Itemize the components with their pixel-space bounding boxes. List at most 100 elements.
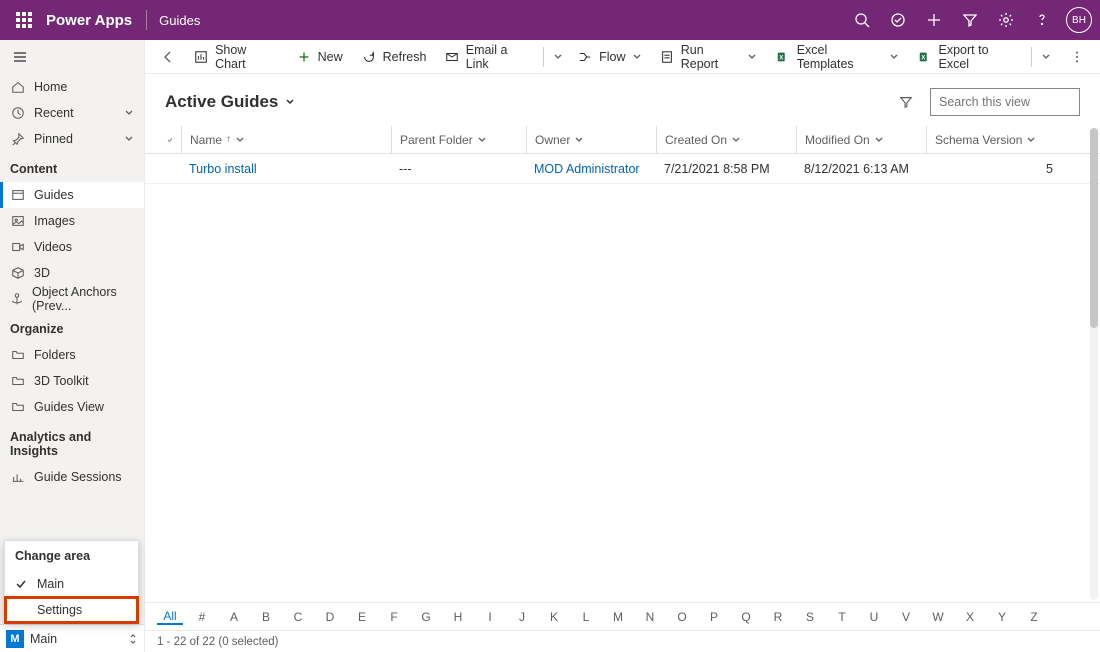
cmd-label: Email a Link [466, 43, 531, 71]
cmd-email-link-chevron[interactable] [548, 41, 567, 73]
area-switcher-popup: Change area Main Settings [4, 540, 139, 624]
area-option-main[interactable]: Main [5, 571, 138, 597]
area-popup-title: Change area [5, 541, 138, 571]
task-icon[interactable] [882, 4, 914, 36]
alpha-filter-h[interactable]: H [445, 610, 471, 624]
area-option-label: Settings [37, 603, 82, 617]
nav-images[interactable]: Images [0, 208, 144, 234]
cmd-refresh[interactable]: Refresh [353, 41, 435, 73]
area-option-settings[interactable]: Settings [5, 597, 138, 623]
alpha-filter-a[interactable]: A [221, 610, 247, 624]
cmd-excel-templates[interactable]: X Excel Templates [767, 41, 907, 73]
grid-filter-button[interactable] [890, 86, 922, 118]
alpha-filter-c[interactable]: C [285, 610, 311, 624]
cmd-email-link[interactable]: Email a Link [436, 41, 539, 73]
help-icon[interactable] [1026, 4, 1058, 36]
column-header-schema[interactable]: Schema Version [926, 126, 1061, 153]
nav-label: Object Anchors (Prev... [32, 285, 134, 313]
column-header-created[interactable]: Created On [656, 126, 796, 153]
alpha-filter-#[interactable]: # [189, 610, 215, 624]
nav-guides-view[interactable]: Guides View [0, 394, 144, 420]
column-header-name[interactable]: Name ↑ [181, 126, 391, 153]
alpha-filter-l[interactable]: L [573, 610, 599, 624]
column-label: Modified On [805, 133, 870, 147]
area-switcher-button[interactable]: M Main [0, 624, 144, 652]
cmd-show-chart[interactable]: Show Chart [186, 41, 286, 73]
cmd-separator [1031, 47, 1032, 67]
excel-export-icon: X [917, 49, 932, 65]
cmd-label: Flow [599, 50, 625, 64]
chevron-down-icon [874, 135, 884, 145]
nav-toggle-hamburger[interactable] [0, 40, 144, 74]
refresh-icon [361, 49, 377, 65]
alpha-filter-b[interactable]: B [253, 610, 279, 624]
nav-folders[interactable]: Folders [0, 342, 144, 368]
app-launcher-waffle[interactable] [8, 4, 40, 36]
chevron-down-icon [747, 52, 757, 62]
alpha-filter-all[interactable]: All [157, 609, 183, 625]
alpha-filter-f[interactable]: F [381, 610, 407, 624]
cmd-overflow-button[interactable] [1061, 41, 1092, 73]
nav-3d[interactable]: 3D [0, 260, 144, 286]
filter-icon[interactable] [954, 4, 986, 36]
column-label: Created On [665, 133, 727, 147]
nav-recent[interactable]: Recent [0, 100, 144, 126]
nav-videos[interactable]: Videos [0, 234, 144, 260]
alpha-filter-m[interactable]: M [605, 610, 631, 624]
alpha-filter-u[interactable]: U [861, 610, 887, 624]
alpha-filter-w[interactable]: W [925, 610, 951, 624]
user-avatar[interactable]: BH [1066, 7, 1092, 33]
alpha-filter-z[interactable]: Z [1021, 610, 1047, 624]
alpha-filter-x[interactable]: X [957, 610, 983, 624]
alpha-filter-j[interactable]: J [509, 610, 535, 624]
alpha-filter-d[interactable]: D [317, 610, 343, 624]
view-selector[interactable]: Active Guides [165, 92, 296, 112]
vertical-scrollbar-thumb[interactable] [1090, 128, 1098, 328]
cmd-export-excel-chevron[interactable] [1036, 41, 1055, 73]
nav-guide-sessions[interactable]: Guide Sessions [0, 464, 144, 490]
settings-gear-icon[interactable] [990, 4, 1022, 36]
alpha-filter-o[interactable]: O [669, 610, 695, 624]
environment-name: Guides [159, 13, 200, 28]
cmd-new[interactable]: New [288, 41, 351, 73]
alpha-filter-r[interactable]: R [765, 610, 791, 624]
cmd-run-report[interactable]: Run Report [652, 41, 766, 73]
cmd-label: Export to Excel [939, 43, 1020, 71]
nav-label: Guides View [34, 400, 104, 414]
column-header-parent[interactable]: Parent Folder [391, 126, 526, 153]
nav-pinned[interactable]: Pinned [0, 126, 144, 152]
alpha-filter-g[interactable]: G [413, 610, 439, 624]
alpha-filter-s[interactable]: S [797, 610, 823, 624]
nav-group-organize: Organize [0, 312, 144, 342]
search-icon[interactable] [846, 4, 878, 36]
cmd-label: Run Report [681, 43, 742, 71]
alpha-filter-v[interactable]: V [893, 610, 919, 624]
alpha-filter-k[interactable]: K [541, 610, 567, 624]
row-owner-link[interactable]: MOD Administrator [534, 162, 640, 176]
cmd-label: Refresh [383, 50, 427, 64]
select-all-checkbox[interactable] [159, 134, 181, 146]
alpha-filter-p[interactable]: P [701, 610, 727, 624]
alpha-filter-t[interactable]: T [829, 610, 855, 624]
chevron-down-icon [284, 96, 296, 108]
column-header-owner[interactable]: Owner [526, 126, 656, 153]
alpha-filter-i[interactable]: I [477, 610, 503, 624]
column-header-modified[interactable]: Modified On [796, 126, 926, 153]
nav-home[interactable]: Home [0, 74, 144, 100]
table-row[interactable]: Turbo install --- MOD Administrator 7/21… [145, 154, 1100, 184]
nav-3d-toolkit[interactable]: 3D Toolkit [0, 368, 144, 394]
row-name-link[interactable]: Turbo install [189, 162, 257, 176]
cmd-export-excel[interactable]: X Export to Excel [909, 41, 1027, 73]
back-button[interactable] [153, 41, 184, 73]
cmd-flow[interactable]: Flow [569, 41, 649, 73]
alpha-filter-y[interactable]: Y [989, 610, 1015, 624]
alpha-filter-q[interactable]: Q [733, 610, 759, 624]
view-title-text: Active Guides [165, 92, 278, 112]
view-search-input[interactable] [939, 95, 1100, 109]
alpha-filter-e[interactable]: E [349, 610, 375, 624]
view-search-box[interactable] [930, 88, 1080, 116]
add-icon[interactable] [918, 4, 950, 36]
nav-guides[interactable]: Guides [0, 182, 144, 208]
nav-object-anchors[interactable]: Object Anchors (Prev... [0, 286, 144, 312]
alpha-filter-n[interactable]: N [637, 610, 663, 624]
